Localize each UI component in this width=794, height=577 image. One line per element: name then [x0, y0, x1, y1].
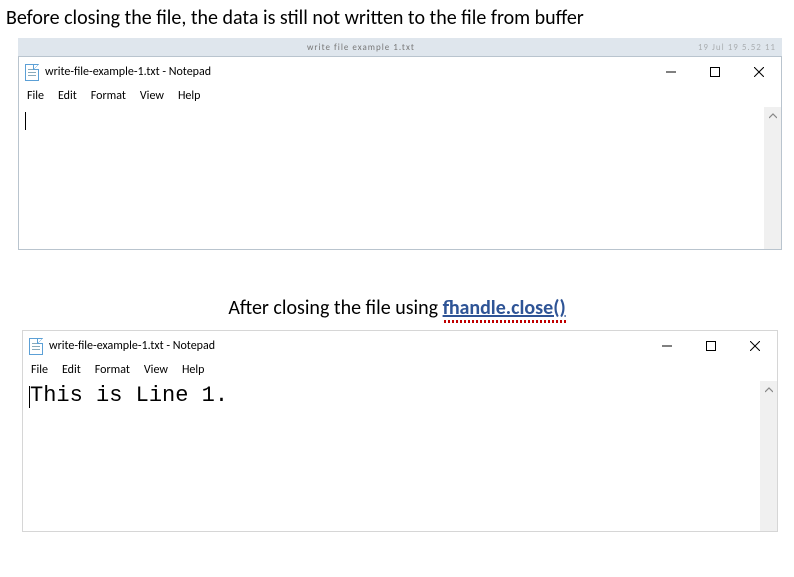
maximize-button[interactable] [689, 331, 733, 361]
chevron-up-icon [769, 112, 777, 120]
maximize-icon [710, 67, 720, 77]
notepad-document-icon [25, 64, 39, 81]
close-icon [754, 67, 764, 77]
maximize-button[interactable] [693, 57, 737, 87]
scroll-up-button[interactable] [764, 107, 781, 124]
vertical-scrollbar[interactable] [760, 381, 777, 531]
caption-before: Before closing the file, the data is sti… [0, 4, 794, 32]
close-button[interactable] [737, 57, 781, 87]
spellcheck-squiggle [443, 320, 566, 323]
caption-after: After closing the file using fhandle.clo… [0, 294, 794, 322]
menu-view[interactable]: View [140, 89, 164, 103]
close-icon [750, 341, 760, 351]
explorer-timestamp: 19 Jul 19 5.52 11 [698, 42, 776, 53]
window-title: write-file-example-1.txt - Notepad [45, 65, 649, 79]
minimize-button[interactable] [649, 57, 693, 87]
editor-wrap [19, 107, 781, 249]
editor-wrap: This is Line 1. [23, 381, 777, 531]
notepad-window-1: write-file-example-1.txt - Notepad File … [18, 56, 782, 250]
menu-help[interactable]: Help [182, 363, 205, 377]
code-fhandle-close: fhandle.close() [443, 296, 566, 320]
minimize-icon [666, 67, 676, 77]
menu-file[interactable]: File [27, 89, 44, 103]
editor-content: This is Line 1. [30, 383, 228, 408]
chevron-up-icon [765, 386, 773, 394]
menubar: File Edit Format View Help [19, 87, 781, 107]
vertical-scrollbar[interactable] [764, 107, 781, 249]
menubar: File Edit Format View Help [23, 361, 777, 381]
explorer-decor-strip: write file example 1.txt 19 Jul 19 5.52 … [18, 38, 782, 56]
menu-format[interactable]: Format [91, 89, 126, 103]
notepad-frame-1: write file example 1.txt 19 Jul 19 5.52 … [18, 38, 782, 250]
menu-view[interactable]: View [144, 363, 168, 377]
notepad-frame-2: write-file-example-1.txt - Notepad File … [22, 330, 778, 532]
menu-edit[interactable]: Edit [62, 363, 81, 377]
text-editor[interactable]: This is Line 1. [23, 381, 777, 531]
minimize-button[interactable] [645, 331, 689, 361]
close-button[interactable] [733, 331, 777, 361]
caption-after-prefix: After closing the file using [228, 296, 442, 320]
scroll-up-button[interactable] [760, 381, 777, 398]
menu-edit[interactable]: Edit [58, 89, 77, 103]
text-caret [25, 112, 26, 130]
window-title: write-file-example-1.txt - Notepad [49, 339, 645, 353]
menu-help[interactable]: Help [178, 89, 201, 103]
minimize-icon [662, 341, 672, 351]
menu-format[interactable]: Format [95, 363, 130, 377]
maximize-icon [706, 341, 716, 351]
window-controls [645, 331, 777, 361]
titlebar: write-file-example-1.txt - Notepad [23, 331, 777, 361]
notepad-document-icon [29, 338, 43, 355]
window-controls [649, 57, 781, 87]
text-editor[interactable] [19, 107, 781, 249]
titlebar: write-file-example-1.txt - Notepad [19, 57, 781, 87]
notepad-window-2: write-file-example-1.txt - Notepad File … [22, 330, 778, 532]
explorer-tab-label: write file example 1.txt [307, 42, 415, 53]
menu-file[interactable]: File [31, 363, 48, 377]
